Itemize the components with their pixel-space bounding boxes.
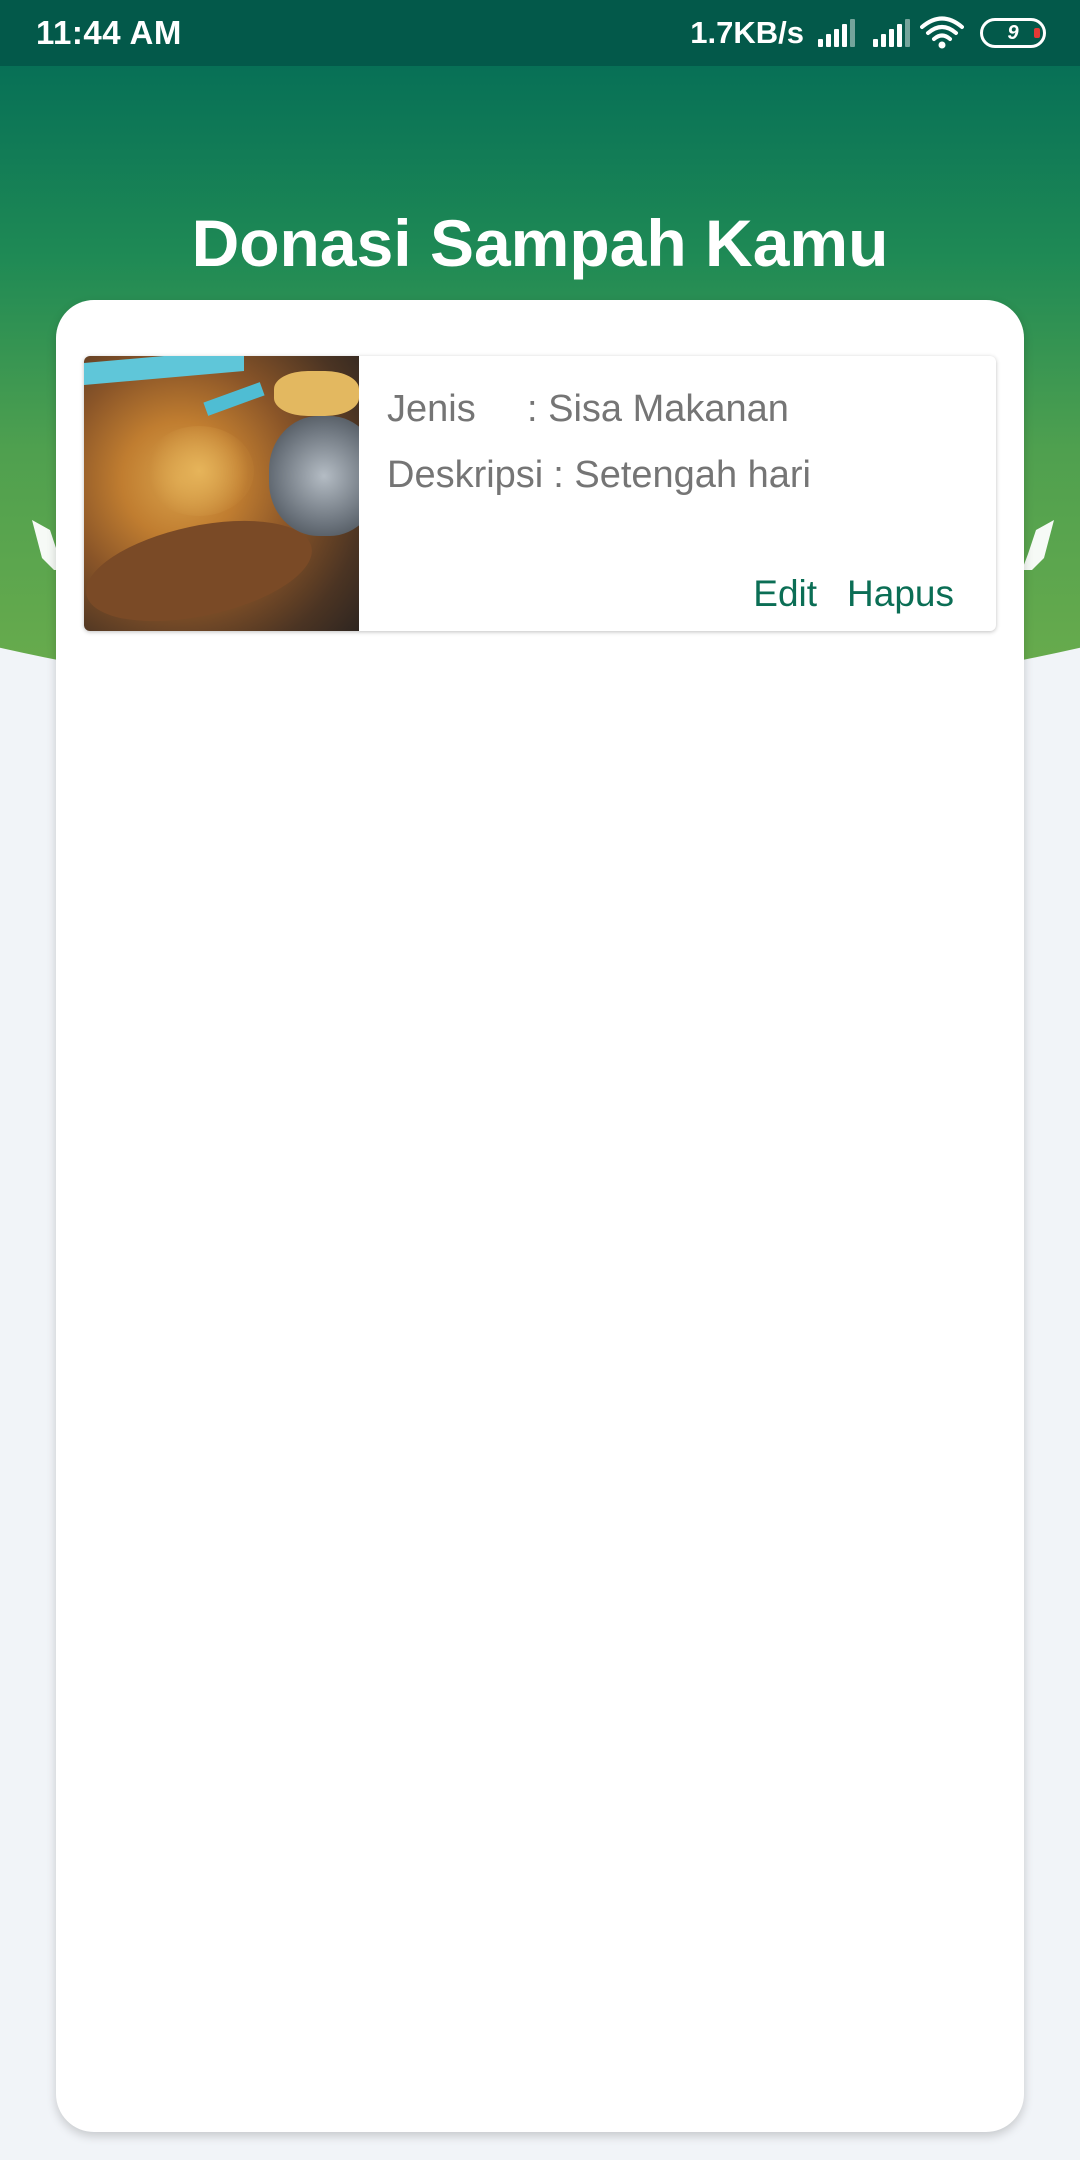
hand-icon	[1022, 520, 1054, 570]
donation-description-label: Deskripsi	[387, 454, 544, 496]
edit-button[interactable]: Edit	[753, 573, 817, 615]
battery-level: 9	[1007, 21, 1019, 44]
donation-type-value: : Sisa Makanan	[527, 388, 789, 430]
battery-icon: 9	[980, 18, 1046, 48]
wifi-icon	[920, 16, 964, 49]
signal-icon	[818, 19, 855, 47]
status-indicators: 1.7KB/s 9	[690, 15, 1046, 51]
donation-type-row: Jenis : Sisa Makanan	[387, 376, 996, 442]
status-bar: 11:44 AM 1.7KB/s 9	[0, 0, 1080, 66]
battery-low-indicator	[1034, 28, 1040, 38]
donation-actions: Edit Hapus	[753, 573, 954, 615]
donation-photo	[84, 356, 359, 631]
donation-list-panel: Jenis : Sisa Makanan Deskripsi : Setenga…	[56, 300, 1024, 2132]
delete-button[interactable]: Hapus	[847, 573, 954, 615]
donation-info: Jenis : Sisa Makanan Deskripsi : Setenga…	[359, 356, 996, 631]
donation-description-row: Deskripsi : Setengah hari	[387, 442, 996, 508]
donation-description-value: : Setengah hari	[553, 454, 811, 496]
page-title: Donasi Sampah Kamu	[191, 206, 889, 280]
donation-type-label: Jenis	[387, 388, 476, 430]
network-speed: 1.7KB/s	[690, 15, 804, 50]
donation-card[interactable]: Jenis : Sisa Makanan Deskripsi : Setenga…	[84, 356, 996, 631]
screen: 11:44 AM 1.7KB/s 9 Donasi Sampah Kamu Je…	[0, 0, 1080, 2160]
status-time: 11:44 AM	[36, 14, 182, 51]
signal-icon	[873, 19, 910, 47]
